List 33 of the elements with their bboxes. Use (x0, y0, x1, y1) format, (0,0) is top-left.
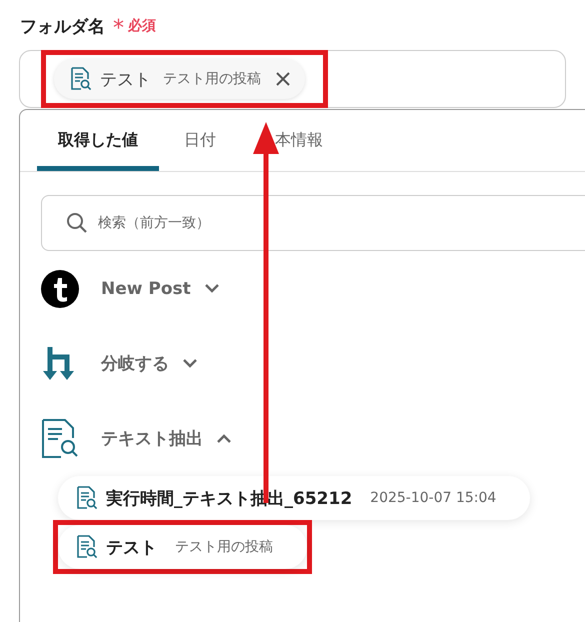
group-header[interactable]: New Post (41, 251, 585, 326)
chevron-down-icon (183, 359, 197, 368)
chip-title: テスト (100, 68, 151, 90)
tab[interactable]: 取得した値 (37, 110, 159, 171)
group-name: 分岐する (101, 353, 169, 375)
close-icon[interactable] (275, 71, 291, 87)
document-search-icon (76, 486, 98, 510)
tab[interactable]: 本情報 (241, 110, 344, 171)
chevron-down-icon (204, 284, 219, 293)
tab[interactable]: 日付 (163, 110, 237, 171)
item-title: テスト (106, 536, 157, 558)
item-meta: 2025-10-07 15:04 (370, 490, 496, 506)
search-field[interactable]: 検索（前方一致） (41, 195, 585, 251)
required-text: 必須 (128, 17, 156, 35)
item-meta: テスト用の投稿 (175, 538, 273, 556)
search-input[interactable]: 検索（前方一致） (96, 214, 585, 232)
document-search-icon (41, 418, 79, 458)
chevron-up-icon (217, 434, 231, 443)
group-header[interactable]: テキスト抽出 (41, 401, 585, 476)
group-header[interactable]: 分岐する (41, 326, 585, 401)
field-label: フォルダ名 (20, 16, 105, 38)
folder-field[interactable]: テスト テスト用の投稿 (19, 50, 566, 108)
t-logo-icon (41, 270, 79, 308)
group-name: New Post (101, 278, 191, 298)
document-search-icon (76, 535, 98, 559)
group-name: テキスト抽出 (101, 428, 203, 450)
search-icon (66, 212, 88, 234)
branch-arrows-icon (41, 344, 77, 382)
required-mark: * (113, 15, 124, 40)
value-item[interactable]: テスト テスト用の投稿 (58, 525, 307, 569)
value-chip[interactable]: テスト テスト用の投稿 (54, 59, 305, 99)
document-search-icon (70, 67, 92, 91)
chip-subtitle: テスト用の投稿 (163, 70, 261, 88)
